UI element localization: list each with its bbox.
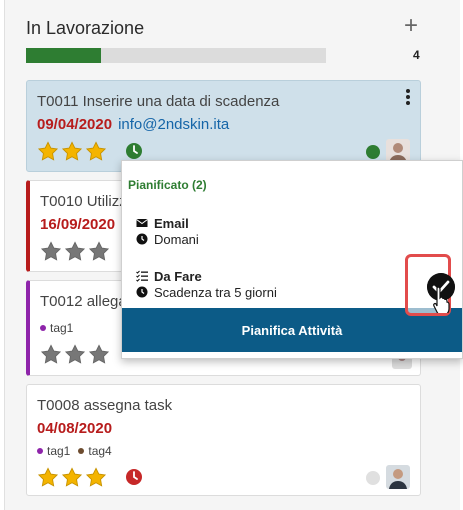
due-date: 04/08/2020 bbox=[37, 420, 113, 437]
task-card[interactable]: T0011 Inserire una data di scadenza 09/0… bbox=[26, 80, 421, 172]
tag-list: tag1 bbox=[40, 321, 73, 335]
card-title: T0010 Utilizz bbox=[40, 193, 127, 210]
card-date: 09/04/2020 info@2ndskin.ita bbox=[37, 116, 229, 133]
activity-item[interactable]: Email Domani bbox=[136, 215, 199, 247]
status-dot bbox=[366, 145, 380, 159]
activity-when: Scadenza tra 5 giorni bbox=[154, 284, 277, 300]
more-menu-icon[interactable] bbox=[406, 89, 412, 107]
card-email[interactable]: info@2ndskin.ita bbox=[118, 116, 229, 133]
tag-list: tag1 tag4 bbox=[37, 444, 112, 458]
progress-fill bbox=[26, 48, 101, 63]
star-icon[interactable] bbox=[85, 467, 107, 487]
priority-stars[interactable] bbox=[40, 344, 110, 364]
star-icon[interactable] bbox=[85, 141, 107, 161]
clock-icon[interactable] bbox=[125, 468, 143, 486]
activity-type: Email bbox=[154, 215, 189, 231]
star-icon[interactable] bbox=[40, 241, 62, 261]
star-icon[interactable] bbox=[61, 467, 83, 487]
clock-icon[interactable] bbox=[125, 142, 143, 160]
envelope-icon bbox=[136, 219, 148, 227]
card-title: T0008 assegna task bbox=[37, 397, 173, 414]
star-icon[interactable] bbox=[88, 344, 110, 364]
card-title: T0012 allega bbox=[40, 293, 127, 310]
due-date: 09/04/2020 bbox=[37, 116, 113, 133]
status-dot bbox=[366, 471, 380, 485]
due-date: 16/09/2020 bbox=[40, 216, 116, 233]
star-icon[interactable] bbox=[37, 467, 59, 487]
priority-stars[interactable] bbox=[37, 141, 107, 161]
column-title: In Lavorazione bbox=[26, 18, 145, 38]
tag: tag4 bbox=[78, 444, 112, 458]
star-icon[interactable] bbox=[64, 344, 86, 364]
card-title: T0011 Inserire una data di scadenza bbox=[37, 93, 280, 110]
priority-stars[interactable] bbox=[37, 467, 107, 487]
progress-bar bbox=[26, 48, 326, 63]
hand-cursor-icon bbox=[433, 286, 450, 313]
tag: tag1 bbox=[37, 444, 70, 458]
popup-title: Pianificato (2) bbox=[128, 178, 207, 192]
star-icon[interactable] bbox=[37, 141, 59, 161]
star-icon[interactable] bbox=[64, 241, 86, 261]
star-icon[interactable] bbox=[61, 141, 83, 161]
star-icon[interactable] bbox=[88, 241, 110, 261]
star-icon[interactable] bbox=[40, 344, 62, 364]
activity-when: Domani bbox=[154, 231, 199, 247]
priority-stars[interactable] bbox=[40, 241, 110, 261]
plus-icon[interactable]: + bbox=[404, 14, 418, 38]
card-count: 4 bbox=[413, 48, 420, 62]
checklist-icon bbox=[136, 270, 148, 282]
clock-icon bbox=[136, 233, 148, 245]
tag: tag1 bbox=[40, 321, 73, 335]
clock-icon bbox=[136, 286, 148, 298]
activity-item[interactable]: Da Fare Scadenza tra 5 giorni bbox=[136, 268, 277, 300]
activity-type: Da Fare bbox=[154, 268, 202, 284]
task-card[interactable]: T0008 assegna task 04/08/2020 tag1 tag4 bbox=[26, 384, 421, 496]
avatar bbox=[386, 465, 410, 489]
